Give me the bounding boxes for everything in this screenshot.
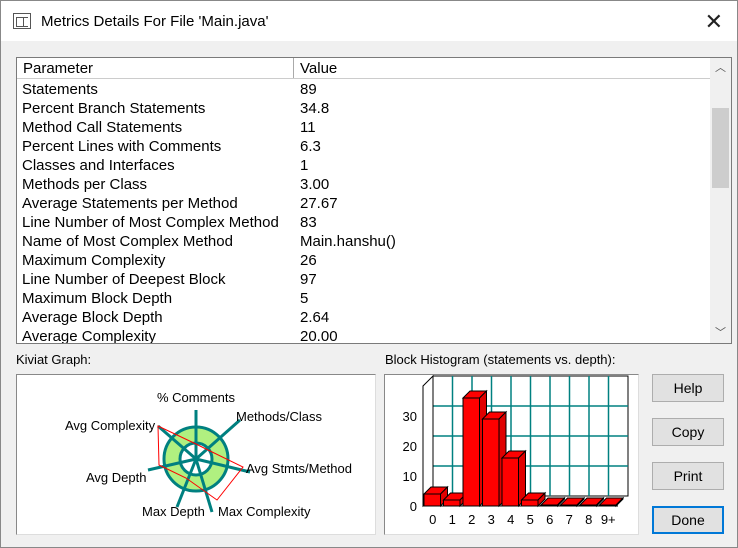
x-tick-label: 7 bbox=[566, 512, 573, 527]
histogram-bar bbox=[443, 499, 461, 507]
value-cell: Main.hanshu() bbox=[300, 233, 396, 250]
y-tick-label: 30 bbox=[403, 409, 417, 424]
x-tick-label: 2 bbox=[468, 512, 475, 527]
value-cell: 2.64 bbox=[300, 309, 330, 326]
kiviat-axis-label: % Comments bbox=[157, 390, 236, 405]
table-row[interactable]: Line Number of Deepest Block 97 bbox=[17, 270, 396, 289]
table-row[interactable]: Maximum Block Depth 5 bbox=[17, 289, 396, 308]
scroll-thumb[interactable] bbox=[712, 108, 729, 188]
value-cell: 27.67 bbox=[300, 195, 338, 212]
value-cell: 89 bbox=[300, 81, 317, 98]
scroll-up-icon[interactable]: ︿ bbox=[710, 58, 731, 78]
parameter-cell: Line Number of Most Complex Method bbox=[22, 214, 279, 231]
histogram-bar bbox=[560, 504, 578, 507]
parameter-cell: Percent Branch Statements bbox=[22, 100, 206, 117]
histogram-label: Block Histogram (statements vs. depth): bbox=[385, 352, 616, 367]
histogram-bar bbox=[521, 499, 539, 507]
parameter-cell: Classes and Interfaces bbox=[22, 157, 175, 174]
parameter-cell: Maximum Block Depth bbox=[22, 290, 173, 307]
table-row[interactable]: Average Complexity 20.00 bbox=[17, 327, 396, 344]
value-cell: 3.00 bbox=[300, 176, 330, 193]
kiviat-axis-label: Avg Depth bbox=[86, 470, 146, 485]
x-tick-label: 0 bbox=[429, 512, 436, 527]
value-cell: 34.8 bbox=[300, 100, 330, 117]
kiviat-axis-label: Avg Stmts/Method bbox=[246, 461, 352, 476]
parameter-cell: Line Number of Deepest Block bbox=[22, 271, 226, 288]
table-row[interactable]: Average Statements per Method 27.67 bbox=[17, 194, 396, 213]
histogram-bar bbox=[462, 397, 480, 507]
table-row[interactable]: Methods per Class 3.00 bbox=[17, 175, 396, 194]
parameter-cell: Method Call Statements bbox=[22, 119, 183, 136]
kiviat-axis-label: Methods/Class bbox=[236, 409, 322, 424]
value-cell: 6.3 bbox=[300, 138, 321, 155]
histogram-bar bbox=[540, 504, 558, 507]
parameter-cell: Name of Most Complex Method bbox=[22, 233, 233, 250]
histogram-bar bbox=[579, 504, 597, 507]
block-histogram: 0 10 20 30 0 1 2 3 4 5 6 7 8 9+ bbox=[384, 374, 639, 535]
y-tick-label: 0 bbox=[410, 499, 417, 514]
value-cell: 26 bbox=[300, 252, 317, 269]
histogram-bar bbox=[423, 493, 441, 507]
parameter-cell: Methods per Class bbox=[22, 176, 148, 193]
column-header-parameter[interactable]: Parameter bbox=[17, 58, 294, 78]
y-tick-label: 10 bbox=[403, 469, 417, 484]
column-header-value[interactable]: Value bbox=[294, 58, 711, 78]
value-cell: 1 bbox=[300, 157, 309, 174]
kiviat-axis-label: Max Depth bbox=[142, 504, 205, 519]
table-body: Statements 89 Percent Branch Statements 34.… bbox=[17, 80, 396, 344]
table-row[interactable]: Maximum Complexity 26 bbox=[17, 251, 396, 270]
parameter-cell: Average Complexity bbox=[22, 328, 156, 344]
copy-button[interactable]: Copy bbox=[652, 418, 724, 446]
y-tick-label: 20 bbox=[403, 439, 417, 454]
parameter-cell: Maximum Complexity bbox=[22, 252, 166, 269]
app-icon bbox=[13, 13, 31, 29]
x-tick-label: 5 bbox=[527, 512, 534, 527]
metrics-table: Parameter Value Statements 89 Percent Bran… bbox=[16, 57, 732, 344]
x-tick-label: 6 bbox=[546, 512, 553, 527]
parameter-cell: Percent Lines with Comments bbox=[22, 138, 222, 155]
kiviat-axis-label: Max Complexity bbox=[218, 504, 311, 519]
table-row[interactable]: Classes and Interfaces 1 bbox=[17, 156, 396, 175]
x-tick-label: 1 bbox=[449, 512, 456, 527]
value-cell: 97 bbox=[300, 271, 317, 288]
window-title: Metrics Details For File 'Main.java' bbox=[41, 12, 269, 30]
table-row[interactable]: Average Block Depth 2.64 bbox=[17, 308, 396, 327]
histogram-bar bbox=[599, 504, 617, 507]
value-cell: 11 bbox=[300, 119, 316, 136]
value-cell: 83 bbox=[300, 214, 317, 231]
table-row[interactable]: Line Number of Most Complex Method 83 bbox=[17, 213, 396, 232]
title-bar: Metrics Details For File 'Main.java' ✕ bbox=[1, 1, 737, 41]
table-row[interactable]: Method Call Statements 11 bbox=[17, 118, 396, 137]
parameter-cell: Average Statements per Method bbox=[22, 195, 238, 212]
value-cell: 20.00 bbox=[300, 328, 338, 344]
kiviat-axis-label: Avg Complexity bbox=[65, 418, 156, 433]
value-cell: 5 bbox=[300, 290, 309, 307]
help-button[interactable]: Help bbox=[652, 374, 724, 402]
table-header: Parameter Value bbox=[17, 58, 731, 79]
parameter-cell: Average Block Depth bbox=[22, 309, 163, 326]
done-button[interactable]: Done bbox=[652, 506, 724, 534]
parameter-cell: Statements bbox=[22, 81, 98, 98]
x-tick-label: 9+ bbox=[601, 512, 616, 527]
table-row[interactable]: Percent Branch Statements 34.8 bbox=[17, 99, 396, 118]
x-tick-label: 4 bbox=[507, 512, 514, 527]
table-row[interactable]: Name of Most Complex Method Main.hanshu() bbox=[17, 232, 396, 251]
close-icon[interactable]: ✕ bbox=[705, 9, 723, 35]
x-tick-label: 8 bbox=[585, 512, 592, 527]
print-button[interactable]: Print bbox=[652, 462, 724, 490]
histogram-bar bbox=[482, 418, 500, 507]
table-row[interactable]: Percent Lines with Comments 6.3 bbox=[17, 137, 396, 156]
x-tick-label: 3 bbox=[488, 512, 495, 527]
vertical-scrollbar[interactable]: ︿ ﹀ bbox=[710, 58, 731, 343]
scroll-down-icon[interactable]: ﹀ bbox=[710, 323, 731, 343]
kiviat-graph: % Comments Methods/Class Avg Stmts/Method M… bbox=[16, 374, 376, 535]
histogram-bar bbox=[501, 457, 519, 507]
table-row[interactable]: Statements 89 bbox=[17, 80, 396, 99]
kiviat-label: Kiviat Graph: bbox=[16, 352, 92, 367]
